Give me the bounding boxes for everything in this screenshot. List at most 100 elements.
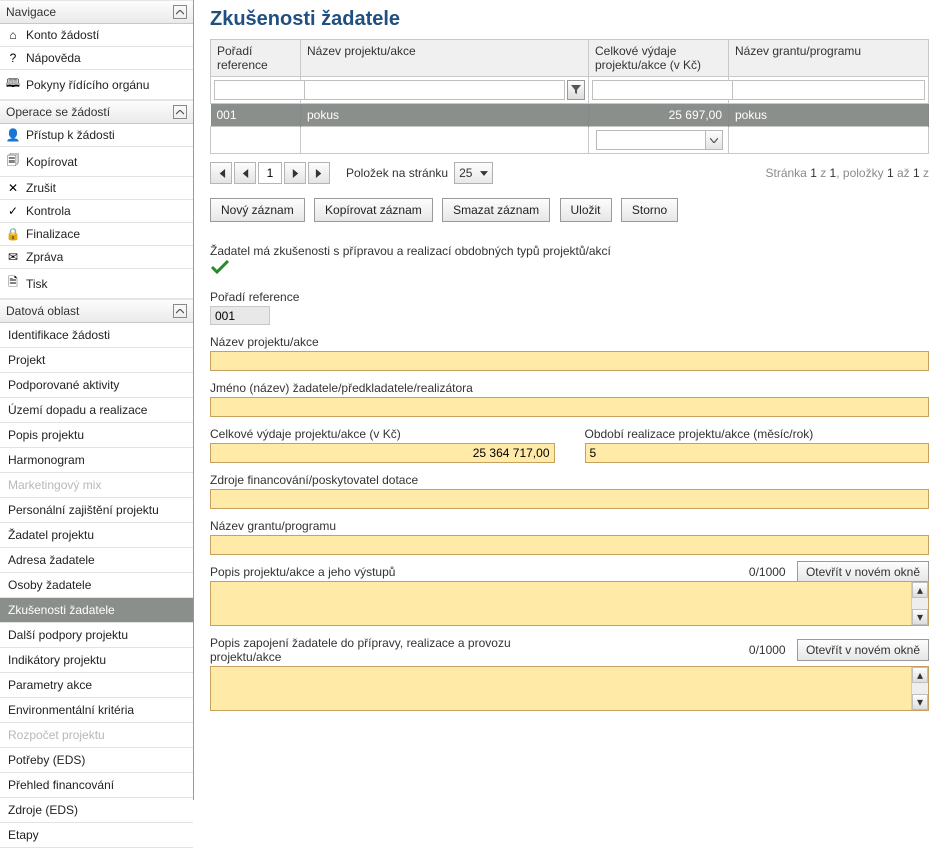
chevron-up-icon[interactable] <box>173 304 187 318</box>
data-indik[interactable]: Indikátory projektu <box>0 648 193 673</box>
grant-field[interactable] <box>210 535 929 555</box>
pager-next-button[interactable] <box>284 162 306 184</box>
experience-grid: Pořadí reference Název projektu/akce Cel… <box>210 39 929 154</box>
data-label: Indikátory projektu <box>8 653 106 667</box>
scroll-down-icon[interactable]: ▾ <box>912 609 928 625</box>
data-podpory[interactable]: Další podpory projektu <box>0 623 193 648</box>
open-window-button[interactable]: Otevřít v novém okně <box>797 561 929 583</box>
op-finalize[interactable]: 🔒Finalizace <box>0 223 193 246</box>
ref-field[interactable] <box>210 306 270 325</box>
pager-last-button[interactable] <box>308 162 330 184</box>
data-envir[interactable]: Environmentální kritéria <box>0 698 193 723</box>
data-param[interactable]: Parametry akce <box>0 673 193 698</box>
op-message[interactable]: ✉Zpráva <box>0 246 193 269</box>
op-cancel[interactable]: ✕Zrušit <box>0 177 193 200</box>
ops-header[interactable]: Operace se žádostí <box>0 100 193 124</box>
data-uzemi[interactable]: Území dopadu a realizace <box>0 398 193 423</box>
pager-page-input[interactable] <box>258 162 282 184</box>
filter-grant[interactable] <box>732 80 925 100</box>
op-access[interactable]: 👤Přístup k žádosti <box>0 124 193 147</box>
nav-konto[interactable]: ⌂Konto žádostí <box>0 24 193 47</box>
col-grant[interactable]: Název grantu/programu <box>729 40 929 77</box>
chevron-up-icon[interactable] <box>173 5 187 19</box>
data-zkusenosti[interactable]: Zkušenosti žadatele <box>0 598 193 623</box>
scrollbar[interactable]: ▴ ▾ <box>911 667 928 710</box>
desc1-counter: 0/1000 <box>749 565 786 579</box>
data-label: Zkušenosti žadatele <box>8 603 115 617</box>
summary-input[interactable] <box>596 130 706 150</box>
scroll-up-icon[interactable]: ▴ <box>912 667 928 683</box>
applicant-field[interactable] <box>210 397 929 417</box>
save-button[interactable]: Uložit <box>560 198 612 222</box>
data-projekt[interactable]: Projekt <box>0 348 193 373</box>
form: Žadatel má zkušenosti s přípravou a real… <box>210 244 929 711</box>
data-label: Zdroje (EDS) <box>8 803 78 817</box>
data-label: Etapy <box>8 828 39 842</box>
cell-grant: pokus <box>729 104 929 127</box>
data-aktivity[interactable]: Podporované aktivity <box>0 373 193 398</box>
op-label: Tisk <box>26 277 48 291</box>
scroll-down-icon[interactable]: ▾ <box>912 694 928 710</box>
desc2-field[interactable] <box>211 667 910 707</box>
period-field[interactable] <box>585 443 930 463</box>
col-name[interactable]: Název projektu/akce <box>301 40 589 77</box>
sources-label: Zdroje financování/poskytovatel dotace <box>210 473 929 487</box>
op-icon: 🗎 <box>6 273 20 294</box>
toolbar: Nový záznam Kopírovat záznam Smazat zázn… <box>210 198 929 222</box>
period-label: Období realizace projektu/akce (měsíc/ro… <box>585 427 930 441</box>
desc2-counter: 0/1000 <box>749 643 786 657</box>
nav-icon: 🕮 <box>6 74 20 95</box>
nav-label: Nápověda <box>26 51 81 65</box>
copy-button[interactable]: Kopírovat záznam <box>314 198 433 222</box>
data-zdroje[interactable]: Zdroje (EDS) <box>0 798 193 823</box>
scrollbar[interactable]: ▴ ▾ <box>911 582 928 625</box>
filter-expenses[interactable] <box>592 80 755 100</box>
op-label: Zpráva <box>26 250 63 264</box>
data-label: Personální zajištění projektu <box>8 503 159 517</box>
storno-button[interactable]: Storno <box>621 198 678 222</box>
data-financ[interactable]: Přehled financování <box>0 773 193 798</box>
data-osoby[interactable]: Osoby žadatele <box>0 573 193 598</box>
applicant-label: Jméno (název) žadatele/předkladatele/rea… <box>210 381 929 395</box>
nav-pokyny[interactable]: 🕮Pokyny řídícího orgánu <box>0 70 193 100</box>
delete-button[interactable]: Smazat záznam <box>442 198 550 222</box>
table-row[interactable]: 001 pokus 25 697,00 pokus <box>211 104 929 127</box>
main-content: Zkušenosti žadatele Pořadí reference Náz… <box>194 0 939 800</box>
op-icon: ✓ <box>6 204 20 218</box>
pager-first-button[interactable] <box>210 162 232 184</box>
sources-field[interactable] <box>210 489 929 509</box>
desc1-field[interactable] <box>211 582 910 622</box>
data-label: Podporované aktivity <box>8 378 119 392</box>
name-field[interactable] <box>210 351 929 371</box>
data-personal[interactable]: Personální zajištění projektu <box>0 498 193 523</box>
data-adresa[interactable]: Adresa žadatele <box>0 548 193 573</box>
data-potreby[interactable]: Potřeby (EDS) <box>0 748 193 773</box>
open-window-button[interactable]: Otevřít v novém okně <box>797 639 929 661</box>
chevron-down-icon[interactable] <box>705 130 723 150</box>
data-label: Projekt <box>8 353 45 367</box>
data-harmon[interactable]: Harmonogram <box>0 448 193 473</box>
data-ident[interactable]: Identifikace žádosti <box>0 323 193 348</box>
expenses-field[interactable] <box>210 443 555 463</box>
per-page-select[interactable]: 25 <box>454 162 493 184</box>
op-copy[interactable]: 🗐Kopírovat <box>0 147 193 177</box>
op-check[interactable]: ✓Kontrola <box>0 200 193 223</box>
per-page-label: Položek na stránku <box>346 166 448 180</box>
col-expenses[interactable]: Celkové výdaje projektu/akce (v Kč) <box>589 40 729 77</box>
data-header[interactable]: Datová oblast <box>0 299 193 323</box>
desc1-label: Popis projektu/akce a jeho výstupů <box>210 565 395 579</box>
nav-help[interactable]: ?Nápověda <box>0 47 193 70</box>
data-popis[interactable]: Popis projektu <box>0 423 193 448</box>
filter-icon[interactable] <box>567 80 585 100</box>
op-icon: 👤 <box>6 128 20 142</box>
pager-prev-button[interactable] <box>234 162 256 184</box>
op-print[interactable]: 🗎 Tisk <box>0 269 193 299</box>
data-etapy[interactable]: Etapy <box>0 823 193 848</box>
data-zadatel[interactable]: Žadatel projektu <box>0 523 193 548</box>
chevron-up-icon[interactable] <box>173 105 187 119</box>
filter-name[interactable] <box>304 80 565 100</box>
nav-header[interactable]: Navigace <box>0 0 193 24</box>
scroll-up-icon[interactable]: ▴ <box>912 582 928 598</box>
col-ref[interactable]: Pořadí reference <box>211 40 301 77</box>
new-button[interactable]: Nový záznam <box>210 198 305 222</box>
